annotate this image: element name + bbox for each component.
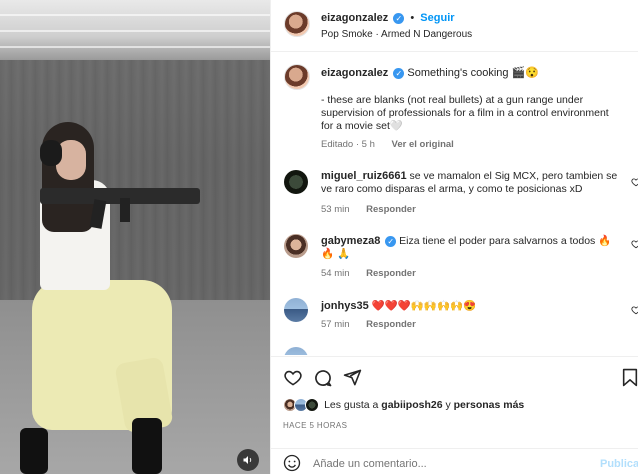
audio-track[interactable]: Pop Smoke · Armed N Dangerous xyxy=(321,29,472,40)
heart-icon[interactable] xyxy=(283,368,303,387)
comments-list[interactable]: eizagonzalez ✓ Something's cooking 🎬😯 - … xyxy=(271,53,638,355)
comment-avatar[interactable] xyxy=(284,234,308,258)
comment-composer: Publicar xyxy=(271,448,638,474)
comment-icon[interactable] xyxy=(313,368,333,388)
comment-text: ❤️❤️❤️🙌🙌🙌🙌😍 xyxy=(371,300,477,312)
likes-others-link[interactable]: personas más xyxy=(454,399,525,411)
caption-username[interactable]: eizagonzalez xyxy=(321,67,388,79)
comment-avatar[interactable] xyxy=(284,170,308,194)
comment-time: 57 min xyxy=(321,319,350,330)
author-avatar[interactable] xyxy=(284,11,310,37)
emoji-icon[interactable] xyxy=(283,454,301,472)
comment-item: jonhys35 ❤️❤️❤️🙌🙌🙌🙌😍 xyxy=(321,300,621,313)
comment-like-icon[interactable] xyxy=(631,239,638,249)
author-username[interactable]: eizagonzalez xyxy=(321,12,388,24)
comment-avatar[interactable] xyxy=(284,298,308,322)
comment-like-icon[interactable] xyxy=(631,305,638,315)
likes-summary: Les gusta a gabiiposh26 y personas más xyxy=(283,398,623,416)
comment-input[interactable] xyxy=(313,458,563,470)
post-side-panel: eizagonzalez ✓ • Seguir Pop Smoke · Arme… xyxy=(270,0,638,474)
post-timestamp: HACE 5 HORAS xyxy=(283,421,348,430)
likes-user-link[interactable]: gabiiposh26 xyxy=(381,399,442,411)
reply-button[interactable]: Responder xyxy=(366,319,416,330)
comment-username[interactable]: jonhys35 xyxy=(321,300,369,312)
caption-body: - these are blanks (not real bullets) at… xyxy=(321,94,609,132)
post-header: eizagonzalez ✓ • Seguir Pop Smoke · Arme… xyxy=(271,0,638,52)
caption-meta: Editado · 5 h Ver el original xyxy=(321,139,468,150)
comment-time: 53 min xyxy=(321,204,350,215)
comment-time: 54 min xyxy=(321,268,350,279)
likes-connector: y xyxy=(445,399,451,411)
speaker-icon[interactable] xyxy=(237,449,259,471)
action-bar xyxy=(271,356,638,396)
liker-avatar xyxy=(305,398,319,412)
verified-badge-icon: ✓ xyxy=(385,235,397,247)
bookmark-icon[interactable] xyxy=(622,368,638,387)
reply-button[interactable]: Responder xyxy=(366,268,416,279)
verified-badge-icon: ✓ xyxy=(393,12,405,24)
publish-button[interactable]: Publicar xyxy=(600,458,638,470)
comment-avatar[interactable] xyxy=(284,347,308,355)
comment-item: miguel_ruiz6661 se ve mamalon el Sig MCX… xyxy=(321,170,621,196)
share-icon[interactable] xyxy=(343,368,362,387)
caption-edited: Editado · 5 h xyxy=(321,139,375,150)
reply-button[interactable]: Responder xyxy=(366,204,416,215)
video-ear-protection xyxy=(40,140,62,166)
comment-item: gabymeza8 ✓ Eiza tiene el poder para sal… xyxy=(321,235,621,261)
video-ceiling xyxy=(0,0,270,60)
see-original-button[interactable]: Ver el original xyxy=(392,139,454,150)
follow-button[interactable]: Seguir xyxy=(420,12,454,24)
comment-username[interactable]: gabymeza8 xyxy=(321,235,380,247)
caption-title: Something's cooking 🎬😯 xyxy=(407,67,539,79)
dot-separator: • xyxy=(410,12,415,24)
comment-like-icon[interactable] xyxy=(631,177,638,187)
caption-avatar[interactable] xyxy=(284,64,310,90)
likes-prefix: Les gusta a xyxy=(324,399,379,411)
verified-badge-icon: ✓ xyxy=(393,67,405,79)
post-video[interactable] xyxy=(0,0,270,474)
comment-username[interactable]: miguel_ruiz6661 xyxy=(321,170,407,182)
